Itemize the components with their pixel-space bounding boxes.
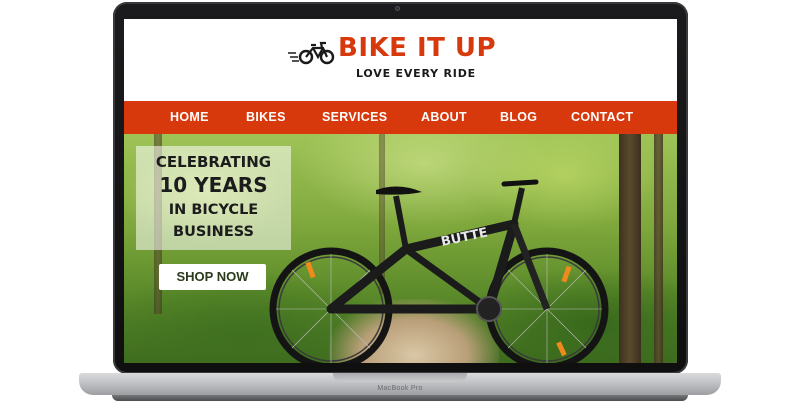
site-header: BIKE IT UP LOVE EVERY RIDE xyxy=(124,19,677,101)
laptop-opening-notch xyxy=(333,373,467,382)
main-nav: HOME BIKES SERVICES ABOUT BLOG CONTACT xyxy=(124,101,677,134)
promo-line-3: IN BICYCLE xyxy=(168,202,259,218)
nav-item-about[interactable]: ABOUT xyxy=(421,101,467,134)
shop-now-button[interactable]: SHOP NOW xyxy=(159,264,266,290)
webcam-icon xyxy=(395,6,400,11)
bicycle-icon xyxy=(288,41,335,65)
nav-item-blog[interactable]: BLOG xyxy=(500,101,537,134)
promo-line-2: 10 YEARS xyxy=(159,173,268,197)
promo-card: CELEBRATING 10 YEARS IN BICYCLE BUSINESS xyxy=(136,146,291,250)
nav-item-bikes[interactable]: BIKES xyxy=(246,101,286,134)
bike-frame-brand: BUTTE xyxy=(440,225,489,250)
promo-line-1: CELEBRATING xyxy=(155,153,272,171)
nav-item-home[interactable]: HOME xyxy=(170,101,209,134)
hero-bicycle-image: BUTTE xyxy=(269,179,609,363)
hero-banner: BUTTE CELEBRATING 10 YEARS IN BICYCLE BU… xyxy=(124,134,677,363)
laptop-screen: BIKE IT UP LOVE EVERY RIDE HOME BIKES SE… xyxy=(124,19,677,363)
nav-item-contact[interactable]: CONTACT xyxy=(571,101,633,134)
laptop-bottom xyxy=(112,395,688,401)
site-tagline: LOVE EVERY RIDE xyxy=(356,67,476,80)
site-logo-title[interactable]: BIKE IT UP xyxy=(338,35,496,61)
promo-line-4: BUSINESS xyxy=(173,224,254,240)
laptop-brand-label: MacBook Pro xyxy=(377,385,423,392)
tree-trunk xyxy=(654,134,663,363)
nav-item-services[interactable]: SERVICES xyxy=(322,101,387,134)
